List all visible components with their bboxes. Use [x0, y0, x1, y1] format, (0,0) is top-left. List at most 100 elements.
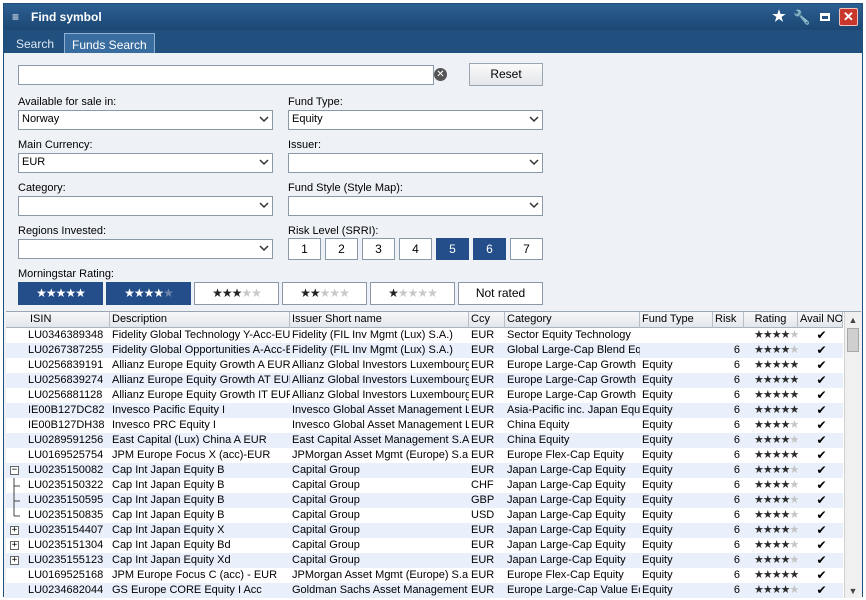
star-rating-icon: ★★★★★: [754, 374, 798, 386]
available-select[interactable]: Norway: [18, 110, 273, 130]
rating-4-star-button[interactable]: ★★★★★: [106, 282, 191, 305]
risk-level-1-button[interactable]: 1: [288, 238, 321, 260]
table-row[interactable]: IE00B127DC82 Invesco Pacific Equity I Inve…: [6, 403, 843, 418]
scroll-up-icon[interactable]: ▲: [848, 315, 858, 325]
chevron-down-icon: [529, 157, 539, 167]
risk-level-6-button[interactable]: 6: [473, 238, 506, 260]
table-row[interactable]: LU0256839274 Allianz Europe Equity Growth…: [6, 373, 843, 388]
star-icon[interactable]: ★: [770, 8, 788, 26]
available-label: Available for sale in:: [18, 96, 117, 108]
regions-select[interactable]: [18, 239, 273, 259]
table-row[interactable]: LU0289591256 East Capital (Lux) China A E…: [6, 433, 843, 448]
column-header-risk[interactable]: Risk: [713, 312, 744, 328]
rating-3-star-button[interactable]: ★★★★★: [194, 282, 279, 305]
cell-risk: 6: [733, 449, 740, 461]
cell-desc: Cap Int Japan Equity X: [112, 524, 225, 536]
search-input[interactable]: [18, 65, 434, 85]
star-rating-icon: ★★★★★: [754, 464, 798, 476]
table-row[interactable]: LU0346389348 Fidelity Global Technology Y…: [6, 328, 843, 343]
close-icon[interactable]: ✕: [839, 8, 858, 26]
column-header-isin[interactable]: ISIN: [6, 312, 110, 328]
menu-icon[interactable]: ≡: [12, 10, 19, 24]
scroll-thumb[interactable]: [847, 328, 859, 352]
column-header-rating[interactable]: Rating: [744, 312, 798, 328]
cell-desc: Cap Int Japan Equity B: [112, 494, 225, 506]
vertical-scrollbar[interactable]: ▲ ▼: [844, 312, 861, 598]
table-row[interactable]: LU0235150322 Cap Int Japan Equity B Capita…: [6, 478, 843, 493]
cell-desc: Allianz Europe Equity Growth A EUR: [112, 359, 290, 371]
issuer-select[interactable]: [288, 153, 543, 173]
cell-isin: LU0256839274: [28, 374, 104, 386]
rating-1-star-button[interactable]: ★★★★★: [370, 282, 455, 305]
column-header-fund-type[interactable]: Fund Type: [640, 312, 713, 328]
star-rating-icon: ★★★★★: [754, 389, 798, 401]
maximize-icon[interactable]: [816, 8, 834, 26]
column-header-ccy[interactable]: Ccy: [469, 312, 505, 328]
cell-cat: Europe Flex-Cap Equity: [507, 449, 624, 461]
issuer-label: Issuer:: [288, 139, 322, 151]
column-header-category[interactable]: Category: [505, 312, 640, 328]
table-row[interactable]: IE00B127DH38 Invesco PRC Equity I Invesco …: [6, 418, 843, 433]
table-row[interactable]: + LU0235154407 Cap Int Japan Equity X Capit…: [6, 523, 843, 538]
checkmark-icon: ✔: [816, 508, 827, 522]
table-row[interactable]: LU0256839191 Allianz Europe Equity Growth…: [6, 358, 843, 373]
cell-risk: 6: [733, 539, 740, 551]
star-rating-icon: ★★★★★: [754, 554, 798, 566]
cell-ccy: EUR: [471, 359, 495, 371]
tab-funds-search[interactable]: Funds Search: [64, 33, 155, 53]
table-row[interactable]: − LU0235150082 Cap Int Japan Equity B Capit…: [6, 463, 843, 478]
cell-risk: 6: [733, 494, 740, 506]
cell-cat: Japan Large-Cap Equity: [507, 554, 626, 566]
cell-ccy: EUR: [471, 344, 495, 356]
risk-level-2-button[interactable]: 2: [325, 238, 358, 260]
cell-ccy: EUR: [471, 524, 495, 536]
column-header-description[interactable]: Description: [110, 312, 290, 328]
cell-desc: Invesco Pacific Equity I: [112, 404, 226, 416]
risk-level-4-button[interactable]: 4: [399, 238, 432, 260]
cell-cat: Japan Large-Cap Equity: [507, 494, 626, 506]
cell-ccy: EUR: [471, 584, 495, 596]
fund-style-select[interactable]: [288, 196, 543, 216]
rating-2-star-button[interactable]: ★★★★★: [282, 282, 367, 305]
category-label: Category:: [18, 182, 66, 194]
table-row[interactable]: LU0169525754 JPM Europe Focus X (acc)-EUR…: [6, 448, 843, 463]
table-row[interactable]: LU0234682044 GS Europe CORE Equity I Acc G…: [6, 583, 843, 598]
star-rating-icon: ★★★★★: [300, 286, 350, 300]
risk-level-5-button[interactable]: 5: [436, 238, 469, 260]
not-rated-button[interactable]: Not rated: [458, 282, 543, 305]
table-row[interactable]: + LU0235155123 Cap Int Japan Equity Xd Capi…: [6, 553, 843, 568]
rating-5-star-button[interactable]: ★★★★★: [18, 282, 103, 305]
column-header-issuer-short-name[interactable]: Issuer Short name: [290, 312, 469, 328]
risk-level-7-button[interactable]: 7: [510, 238, 543, 260]
table-row[interactable]: LU0235150835 Cap Int Japan Equity B Capita…: [6, 508, 843, 523]
grid-header: ISIN Description Issuer Short name Ccy Categ…: [6, 312, 843, 328]
rating-label: Morningstar Rating:: [18, 268, 114, 280]
table-row[interactable]: LU0235150595 Cap Int Japan Equity B Capita…: [6, 493, 843, 508]
category-select[interactable]: [18, 196, 273, 216]
scroll-down-icon[interactable]: ▼: [848, 586, 858, 596]
star-rating-icon: ★★★★★: [754, 524, 798, 536]
clear-search-icon[interactable]: ✕: [434, 68, 447, 81]
cell-desc: Allianz Europe Equity Growth AT EUR: [112, 374, 290, 386]
cell-type: Equity: [642, 584, 673, 596]
cell-desc: JPM Europe Focus X (acc)-EUR: [112, 449, 271, 461]
table-row[interactable]: LU0256881128 Allianz Europe Equity Growth…: [6, 388, 843, 403]
table-row[interactable]: LU0267387255 Fidelity Global Opportunitie…: [6, 343, 843, 358]
table-row[interactable]: + LU0235151304 Cap Int Japan Equity Bd Capi…: [6, 538, 843, 553]
regions-label: Regions Invested:: [18, 225, 107, 237]
cell-issuer: Capital Group: [292, 479, 360, 491]
fund-type-select[interactable]: Equity: [288, 110, 543, 130]
risk-level-3-button[interactable]: 3: [362, 238, 395, 260]
currency-select[interactable]: EUR: [18, 153, 273, 173]
cell-risk: 6: [733, 374, 740, 386]
cell-ccy: EUR: [471, 449, 495, 461]
tab-search[interactable]: Search: [9, 33, 61, 53]
reset-button[interactable]: Reset: [469, 63, 543, 86]
checkmark-icon: ✔: [816, 328, 827, 342]
cell-isin: LU0235151304: [28, 539, 104, 551]
table-row[interactable]: LU0169525168 JPM Europe Focus C (acc) - E…: [6, 568, 843, 583]
star-rating-icon: ★★★★★: [754, 479, 798, 491]
cell-risk: 6: [733, 419, 740, 431]
wrench-icon[interactable]: 🔧: [793, 8, 811, 26]
column-header-avail-no[interactable]: Avail NO: [798, 312, 843, 328]
